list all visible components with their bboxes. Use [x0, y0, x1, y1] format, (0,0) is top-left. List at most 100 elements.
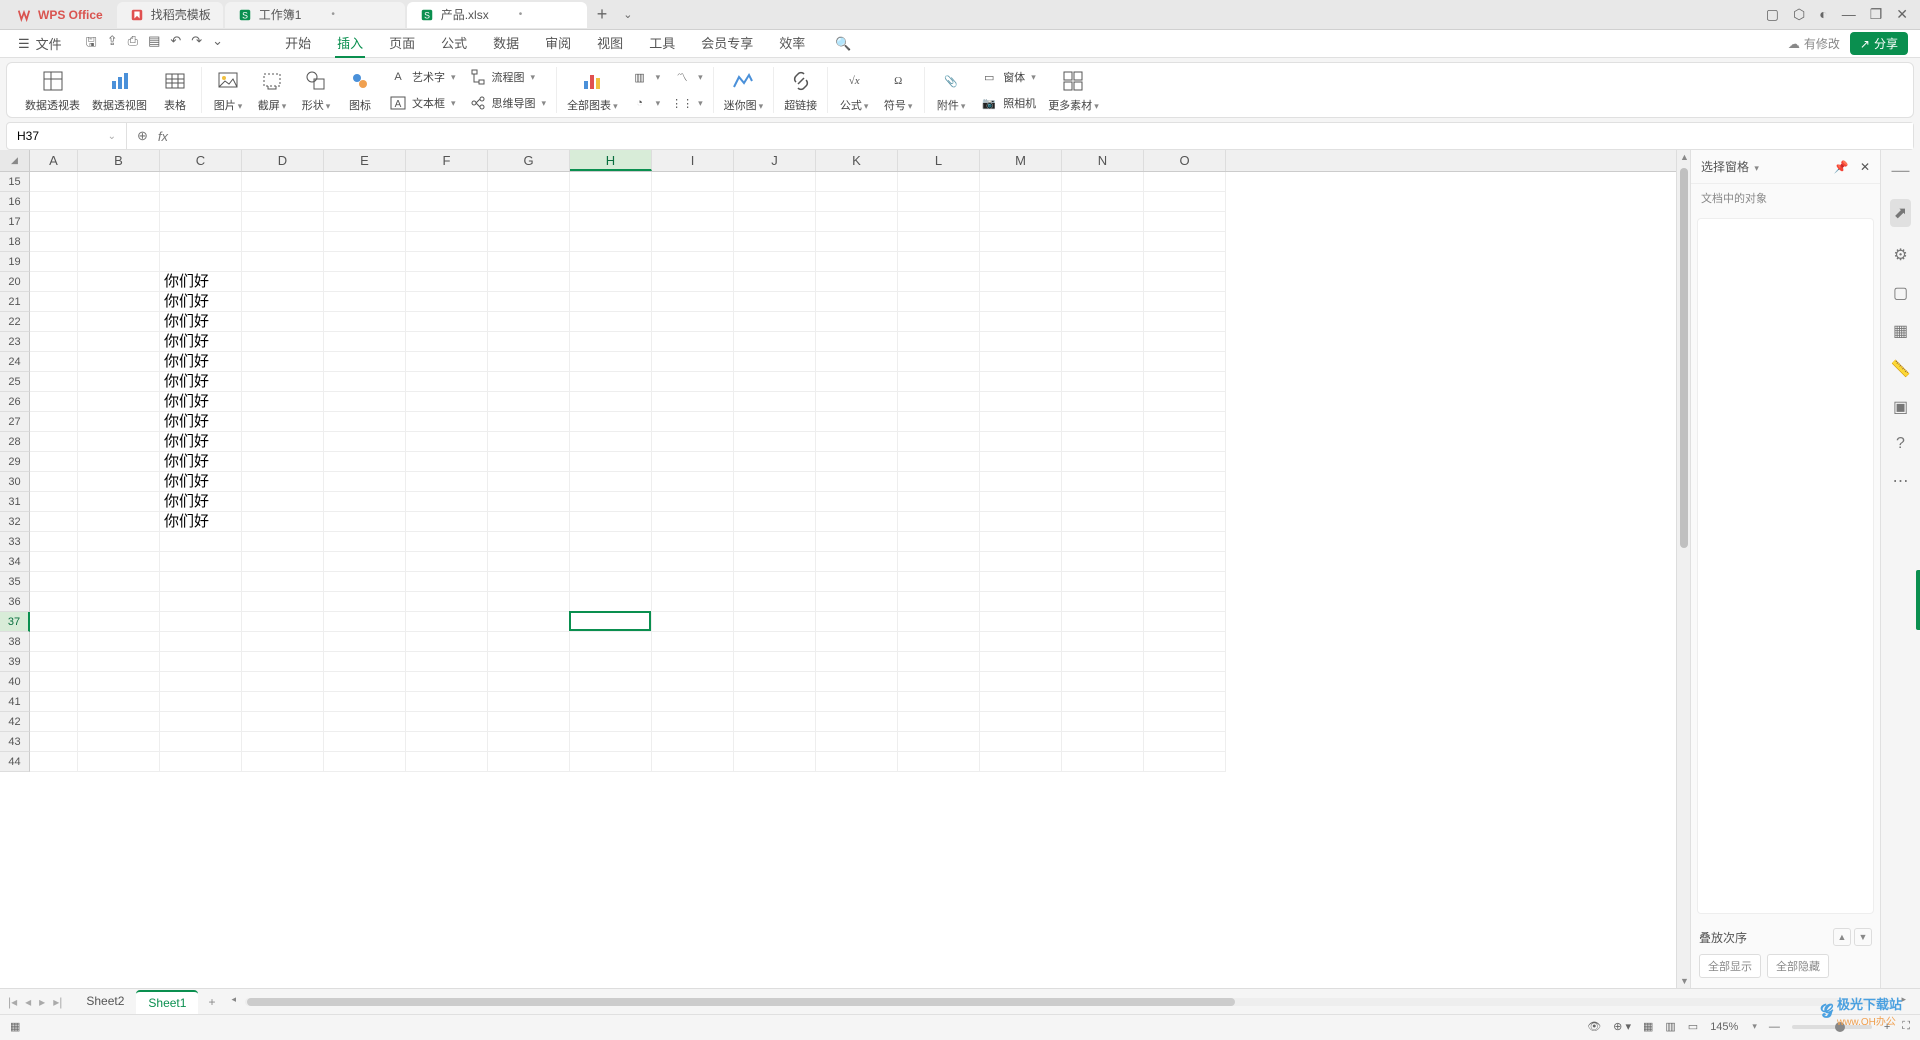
column-header-C[interactable]: C [160, 150, 242, 171]
cell[interactable] [324, 432, 406, 452]
cell[interactable] [242, 372, 324, 392]
cell[interactable] [980, 692, 1062, 712]
cell[interactable] [734, 172, 816, 192]
cell[interactable] [30, 272, 78, 292]
cell[interactable] [816, 692, 898, 712]
cell[interactable] [30, 672, 78, 692]
row-header[interactable]: 39 [0, 652, 30, 672]
cell[interactable] [488, 572, 570, 592]
cell[interactable] [652, 352, 734, 372]
cell[interactable] [78, 372, 160, 392]
cell[interactable] [980, 172, 1062, 192]
cell[interactable] [1144, 412, 1226, 432]
row-header[interactable]: 36 [0, 592, 30, 612]
cell[interactable] [652, 532, 734, 552]
cell[interactable] [1144, 572, 1226, 592]
cell[interactable] [652, 492, 734, 512]
pin-icon[interactable]: 📌 [1834, 160, 1849, 174]
cell[interactable] [734, 732, 816, 752]
cell[interactable] [570, 332, 652, 352]
cell[interactable] [980, 592, 1062, 612]
cell[interactable]: 你们好 [160, 332, 242, 352]
cell[interactable] [242, 472, 324, 492]
cell[interactable] [1062, 392, 1144, 412]
row-header[interactable]: 29 [0, 452, 30, 472]
cell[interactable] [980, 252, 1062, 272]
cell[interactable] [30, 232, 78, 252]
cell[interactable] [652, 232, 734, 252]
cell[interactable] [898, 552, 980, 572]
cell[interactable] [1062, 312, 1144, 332]
cell[interactable] [570, 212, 652, 232]
cell[interactable] [734, 672, 816, 692]
move-up-button[interactable]: ▲ [1833, 928, 1851, 946]
cell[interactable] [324, 412, 406, 432]
cell[interactable] [78, 512, 160, 532]
cell[interactable] [324, 752, 406, 772]
cell[interactable] [652, 752, 734, 772]
cell[interactable] [652, 292, 734, 312]
cell[interactable] [980, 532, 1062, 552]
cell[interactable] [324, 312, 406, 332]
column-header-D[interactable]: D [242, 150, 324, 171]
cell[interactable] [734, 592, 816, 612]
cell[interactable] [324, 232, 406, 252]
cell[interactable] [30, 252, 78, 272]
cell[interactable] [816, 652, 898, 672]
cell[interactable] [898, 172, 980, 192]
cell[interactable] [1062, 492, 1144, 512]
cell[interactable]: 你们好 [160, 352, 242, 372]
cell[interactable] [734, 352, 816, 372]
vertical-scrollbar[interactable]: ▲ ▼ [1676, 150, 1690, 988]
cell[interactable] [816, 672, 898, 692]
cell[interactable] [30, 652, 78, 672]
row-header[interactable]: 23 [0, 332, 30, 352]
cell[interactable] [570, 512, 652, 532]
hide-all-button[interactable]: 全部隐藏 [1767, 954, 1829, 978]
column-header-I[interactable]: I [652, 150, 734, 171]
cell[interactable] [406, 592, 488, 612]
column-header-E[interactable]: E [324, 150, 406, 171]
cell[interactable] [734, 512, 816, 532]
cell[interactable] [242, 712, 324, 732]
cell[interactable] [242, 632, 324, 652]
cell[interactable] [1062, 212, 1144, 232]
camera-button[interactable]: 📷 照相机 [979, 91, 1036, 115]
redo-icon[interactable]: ↷ [191, 33, 202, 55]
user-icon[interactable]: ◐ [1819, 6, 1827, 23]
sheet-nav-first[interactable]: |◂ [8, 995, 17, 1009]
column-header-M[interactable]: M [980, 150, 1062, 171]
cell[interactable] [652, 372, 734, 392]
cell[interactable] [406, 512, 488, 532]
tab-template[interactable]: 找稻壳模板 [117, 2, 223, 28]
show-all-button[interactable]: 全部显示 [1699, 954, 1761, 978]
cell[interactable]: 你们好 [160, 452, 242, 472]
cell[interactable] [324, 452, 406, 472]
row-header[interactable]: 17 [0, 212, 30, 232]
row-header[interactable]: 37 [0, 612, 30, 632]
menu-tab-开始[interactable]: 开始 [283, 29, 313, 58]
cell[interactable] [324, 512, 406, 532]
cell[interactable] [78, 332, 160, 352]
cell[interactable] [30, 532, 78, 552]
shape-button[interactable]: 形状▾ [300, 68, 332, 113]
cell[interactable] [324, 692, 406, 712]
cell[interactable] [30, 472, 78, 492]
cell[interactable] [570, 712, 652, 732]
row-header[interactable]: 27 [0, 412, 30, 432]
cell[interactable] [324, 632, 406, 652]
cell[interactable] [78, 292, 160, 312]
icons-button[interactable]: 图标 [344, 68, 376, 113]
cell[interactable] [1062, 272, 1144, 292]
line-chart-button[interactable]: 〽▾ [672, 65, 703, 89]
cell[interactable] [78, 672, 160, 692]
cell[interactable] [1144, 592, 1226, 612]
cell[interactable] [1062, 592, 1144, 612]
cell[interactable] [324, 212, 406, 232]
cell[interactable]: 你们好 [160, 432, 242, 452]
cell[interactable] [488, 172, 570, 192]
cell[interactable] [570, 372, 652, 392]
cell[interactable] [488, 432, 570, 452]
cell[interactable] [78, 532, 160, 552]
cell[interactable] [1144, 452, 1226, 472]
